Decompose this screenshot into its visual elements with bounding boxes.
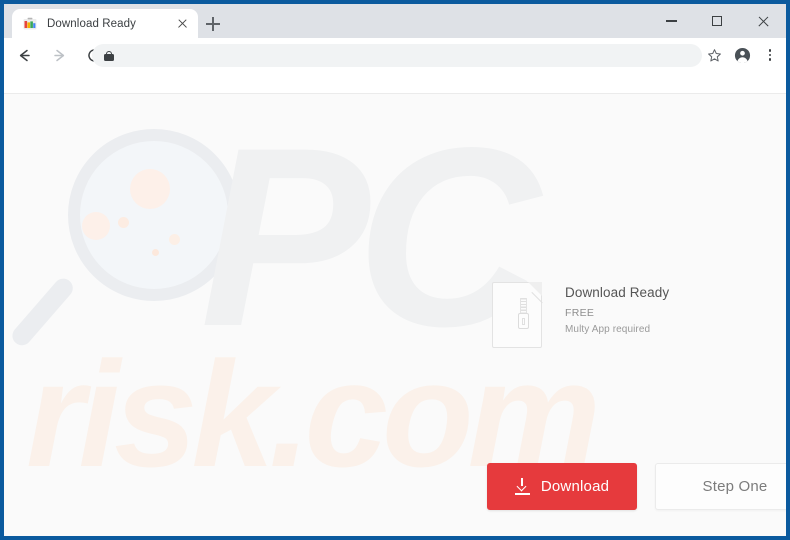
page-viewport: PC risk.com Download Ready FREE Multy Ap… bbox=[4, 94, 786, 536]
action-button-row: Download Step One bbox=[487, 463, 786, 510]
three-dot-menu-icon[interactable] bbox=[756, 42, 784, 68]
window-controls bbox=[648, 4, 786, 38]
file-requirement-note: Multy App required bbox=[565, 324, 651, 335]
file-price: FREE bbox=[565, 307, 595, 319]
download-arrow-icon bbox=[514, 478, 530, 495]
zip-file-icon bbox=[492, 282, 553, 348]
back-arrow-icon[interactable] bbox=[9, 40, 39, 70]
step-one-button[interactable]: Step One bbox=[655, 463, 786, 510]
tab-title: Download Ready bbox=[47, 17, 136, 30]
download-button[interactable]: Download bbox=[487, 463, 637, 510]
page-content: Download Ready FREE Multy App required D… bbox=[4, 94, 786, 536]
browser-window: Download Ready PC risk.com Download Read… bbox=[0, 0, 790, 540]
download-button-label: Download bbox=[540, 478, 610, 495]
address-bar[interactable] bbox=[92, 44, 702, 67]
browser-tab[interactable]: Download Ready bbox=[12, 9, 198, 38]
file-meta: Download Ready FREE Multy App required bbox=[565, 282, 669, 335]
favicon-icon bbox=[22, 16, 38, 32]
account-avatar-icon[interactable] bbox=[728, 42, 756, 68]
forward-arrow-icon[interactable] bbox=[44, 40, 74, 70]
minimize-button[interactable] bbox=[648, 4, 694, 38]
step-one-button-label: Step One bbox=[702, 478, 768, 495]
toolbar-right-icons bbox=[700, 42, 784, 68]
lock-icon bbox=[104, 50, 114, 62]
tab-strip: Download Ready bbox=[4, 4, 786, 38]
bookmarks-bar bbox=[4, 72, 786, 94]
download-file-card: Download Ready FREE Multy App required bbox=[492, 282, 669, 348]
file-title: Download Ready bbox=[565, 285, 670, 300]
maximize-button[interactable] bbox=[694, 4, 740, 38]
close-tab-icon[interactable] bbox=[174, 16, 190, 32]
close-button[interactable] bbox=[740, 4, 786, 38]
browser-toolbar bbox=[4, 38, 786, 72]
new-tab-icon[interactable] bbox=[202, 13, 224, 35]
star-icon[interactable] bbox=[700, 42, 728, 68]
